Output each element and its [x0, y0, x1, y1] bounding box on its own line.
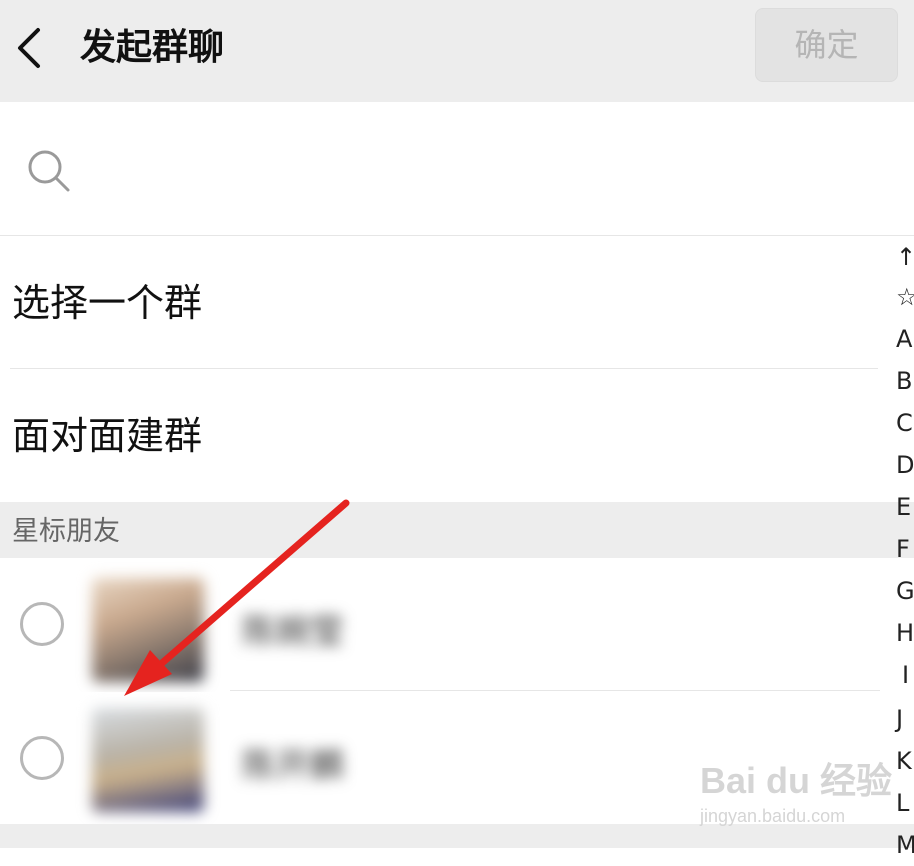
index-star[interactable]: ☆ [896, 276, 914, 318]
index-letter[interactable]: D [896, 444, 914, 486]
section-header-next [0, 824, 914, 848]
section-header-starred: 星标朋友 [0, 502, 914, 558]
index-letter[interactable]: G [896, 570, 914, 612]
contact-name: 陈开麟 [242, 746, 344, 786]
search-bar [0, 102, 914, 236]
divider [230, 690, 880, 691]
contact-row[interactable]: 陈婉莹 [0, 558, 880, 690]
alphabet-index[interactable]: ↑ ☆ A B C D E F G H I J K L M [896, 236, 914, 859]
back-icon[interactable] [12, 26, 48, 70]
index-letter[interactable]: F [896, 528, 914, 570]
divider [10, 368, 878, 369]
index-letter[interactable]: H [896, 612, 914, 654]
select-radio[interactable] [20, 602, 64, 646]
search-icon [28, 150, 70, 192]
avatar [92, 708, 204, 812]
index-letter[interactable]: L [896, 782, 914, 824]
index-letter[interactable]: E [896, 486, 914, 528]
index-letter[interactable]: K [896, 740, 914, 782]
index-letter[interactable]: B [896, 360, 914, 402]
baidu-watermark: Bai du 经验 jingyan.baidu.com [700, 752, 893, 826]
confirm-button[interactable]: 确定 [755, 8, 898, 82]
index-letter[interactable]: C [896, 402, 914, 444]
select-group-item[interactable]: 选择一个群 [0, 237, 880, 369]
watermark-url: jingyan.baidu.com [700, 806, 846, 826]
face-to-face-group-label: 面对面建群 [12, 414, 203, 458]
index-letter[interactable]: M [896, 824, 914, 866]
select-group-label: 选择一个群 [12, 281, 203, 325]
avatar [92, 578, 204, 682]
top-bar: 发起群聊 确定 [0, 0, 914, 102]
contact-name: 陈婉莹 [242, 612, 344, 652]
index-letter[interactable]: I [896, 654, 914, 696]
select-radio[interactable] [20, 736, 64, 780]
section-header-label: 星标朋友 [12, 516, 120, 547]
page-title: 发起群聊 [80, 27, 225, 68]
face-to-face-group-item[interactable]: 面对面建群 [0, 370, 880, 502]
search-input[interactable] [90, 142, 874, 200]
index-letter[interactable]: A [896, 318, 914, 360]
index-up[interactable]: ↑ [896, 236, 914, 278]
watermark-brand: Bai du 经验 [700, 760, 893, 801]
index-letter[interactable]: J [896, 698, 914, 740]
